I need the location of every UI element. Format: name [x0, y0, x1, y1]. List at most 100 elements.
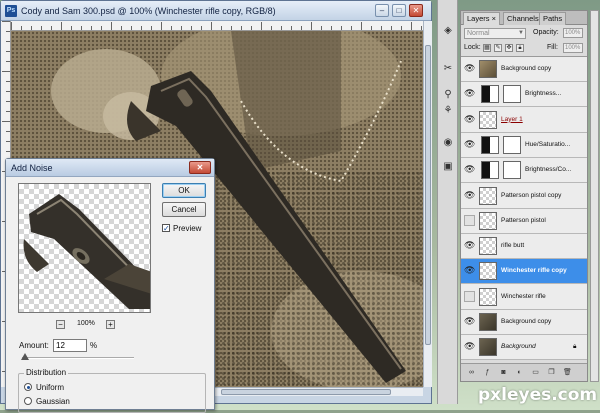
fill-field[interactable]: 100%: [563, 43, 583, 53]
history-icon[interactable]: ◈: [441, 24, 455, 38]
mask-thumbnail[interactable]: [503, 161, 521, 180]
lock-transparency-icon[interactable]: ▦: [483, 44, 491, 52]
layer-thumbnail[interactable]: [479, 262, 497, 281]
adjustment-thumbnail[interactable]: [481, 135, 499, 154]
layer-row[interactable]: 👁︎ Background copy: [461, 57, 587, 82]
tab-channels[interactable]: Channels: [503, 12, 543, 25]
layer-thumbnail[interactable]: [479, 313, 497, 331]
distribution-group: [18, 373, 206, 413]
visibility-eye-icon[interactable]: 👁︎: [464, 265, 475, 276]
adjustment-thumbnail[interactable]: [481, 85, 499, 104]
visibility-toggle[interactable]: [464, 214, 475, 226]
layer-row[interactable]: 👁︎ Winchester rifle copy: [461, 259, 587, 285]
maximize-button[interactable]: □: [392, 4, 406, 17]
vertical-scrollbar[interactable]: [423, 21, 432, 387]
minimize-button[interactable]: –: [375, 4, 389, 17]
layer-thumbnail[interactable]: [479, 287, 497, 306]
tools-preset-icon[interactable]: ✂: [441, 62, 455, 76]
amount-slider-track[interactable]: [22, 357, 134, 359]
visibility-eye-icon[interactable]: 👁︎: [464, 63, 475, 74]
opacity-field[interactable]: 100%: [563, 28, 583, 38]
tab-paths[interactable]: Paths: [539, 12, 567, 25]
layers-panel: Layers × Channels Paths Normal ▼ Opacity…: [460, 10, 588, 382]
delete-layer-icon[interactable]: 🗑︎: [563, 368, 572, 377]
layer-name: Background copy: [501, 318, 552, 325]
layer-row[interactable]: 👁︎ Brightness...: [461, 82, 587, 108]
lock-label: Lock:: [464, 44, 481, 51]
mask-thumbnail[interactable]: [503, 135, 521, 154]
layer-thumbnail[interactable]: [479, 186, 497, 205]
adjustment-layer-icon[interactable]: ◐: [515, 368, 524, 377]
vertical-scroll-thumb[interactable]: [425, 45, 431, 345]
layer-name: Background copy: [501, 65, 552, 72]
lock-pixels-icon[interactable]: ✎: [494, 44, 502, 52]
visibility-eye-icon[interactable]: 👁︎: [464, 341, 475, 352]
amount-slider-thumb[interactable]: [21, 353, 29, 360]
layer-row[interactable]: Patterson pistol: [461, 209, 587, 234]
visibility-eye-icon[interactable]: 👁︎: [464, 139, 475, 150]
filter-preview[interactable]: [18, 183, 151, 313]
document-titlebar[interactable]: Ps Cody and Sam 300.psd @ 100% (Winchest…: [1, 1, 431, 21]
navigator-icon[interactable]: ▣: [441, 160, 455, 174]
visibility-eye-icon[interactable]: 👁︎: [464, 240, 475, 251]
layers-scrollbar[interactable]: [590, 10, 599, 382]
info-icon[interactable]: ◉: [441, 136, 455, 150]
watermark: pxleyes.com: [478, 385, 598, 405]
brush-icon[interactable]: ⚘: [441, 104, 455, 118]
cancel-button[interactable]: Cancel: [162, 202, 206, 217]
layer-row[interactable]: 👁︎ Background 🔒︎: [461, 335, 587, 360]
opacity-label: Opacity:: [533, 29, 559, 36]
layer-thumbnail[interactable]: [479, 237, 497, 256]
visibility-eye-icon[interactable]: 👁︎: [464, 164, 475, 175]
horizontal-scroll-thumb[interactable]: [221, 389, 391, 395]
horizontal-ruler: [11, 21, 423, 31]
layer-row[interactable]: 👁︎ Brightness/Co...: [461, 158, 587, 184]
dialog-close-button[interactable]: ✕: [189, 161, 211, 174]
layers-footer: ∞ ƒ ◙ ◐ ▭ ❐ 🗑︎: [461, 363, 587, 381]
gaussian-radio[interactable]: [24, 397, 32, 405]
mask-thumbnail[interactable]: [503, 85, 521, 104]
visibility-eye-icon[interactable]: 👁︎: [464, 190, 475, 201]
adjustment-thumbnail[interactable]: [481, 161, 499, 180]
layer-thumbnail[interactable]: [479, 60, 497, 78]
layer-name: Winchester rifle copy: [501, 267, 567, 275]
layer-thumbnail[interactable]: [479, 211, 497, 230]
actions-icon[interactable]: ⚲: [441, 88, 455, 102]
layer-name: Patterson pistol copy: [501, 191, 562, 199]
layer-row[interactable]: 👁︎ Background copy: [461, 310, 587, 335]
ok-button[interactable]: OK: [162, 183, 206, 198]
zoom-in-button[interactable]: +: [106, 320, 115, 329]
layer-row[interactable]: 👁︎ Patterson pistol copy: [461, 184, 587, 209]
dialog-titlebar[interactable]: Add Noise ✕: [6, 159, 214, 177]
add-mask-icon[interactable]: ◙: [499, 368, 508, 377]
visibility-eye-icon[interactable]: 👁︎: [464, 114, 475, 125]
uniform-radio[interactable]: [24, 383, 32, 391]
layer-name: Layer 1: [501, 115, 523, 123]
tab-layers[interactable]: Layers ×: [463, 12, 500, 25]
link-layers-icon[interactable]: ∞: [467, 368, 476, 377]
preview-rifle-image: [23, 194, 150, 309]
lock-position-icon[interactable]: ✥: [505, 44, 513, 52]
layer-row[interactable]: 👁︎ Hue/Saturatio...: [461, 133, 587, 158]
new-group-icon[interactable]: ▭: [531, 368, 540, 377]
layer-row[interactable]: 👁︎ Layer 1: [461, 108, 587, 133]
preview-checkbox[interactable]: ✓: [162, 224, 170, 233]
visibility-eye-icon[interactable]: 👁︎: [464, 88, 475, 99]
zoom-out-button[interactable]: −: [56, 320, 65, 329]
layer-row[interactable]: 👁︎ rifle butt: [461, 234, 587, 260]
layer-thumbnail[interactable]: [479, 338, 497, 357]
lock-all-icon[interactable]: 🔒︎: [516, 44, 524, 52]
layer-thumbnail[interactable]: [479, 110, 497, 129]
layer-name: rifle butt: [501, 242, 525, 250]
amount-label: Amount:: [19, 341, 49, 350]
visibility-eye-icon[interactable]: 👁︎: [464, 316, 475, 327]
new-layer-icon[interactable]: ❐: [547, 368, 556, 377]
visibility-toggle[interactable]: [464, 290, 475, 302]
amount-input[interactable]: [53, 339, 87, 352]
amount-unit: %: [90, 341, 98, 350]
layer-name: Winchester rifle: [501, 292, 546, 300]
blend-mode-select[interactable]: Normal: [464, 28, 526, 39]
close-button[interactable]: ✕: [409, 4, 423, 17]
layer-row[interactable]: Winchester rifle: [461, 285, 587, 310]
layer-style-icon[interactable]: ƒ: [483, 368, 492, 377]
